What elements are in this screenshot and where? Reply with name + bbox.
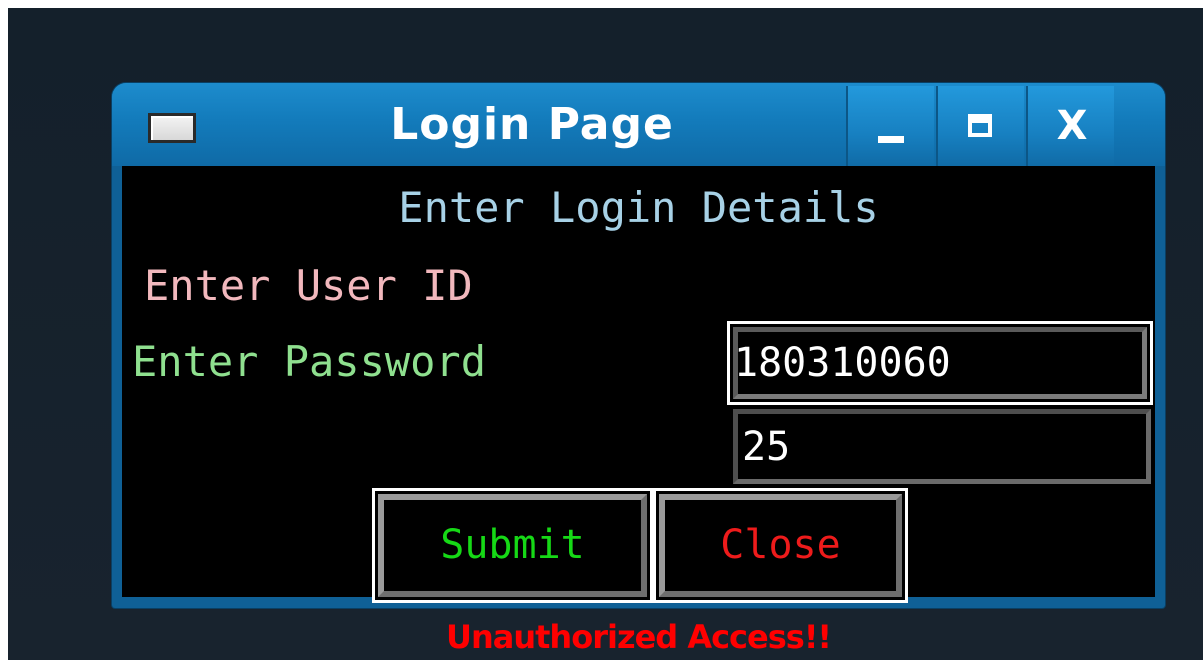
status-message: Unauthorized Access!! xyxy=(445,618,832,656)
window-titlebar[interactable]: Login Page X xyxy=(112,83,1165,166)
close-button[interactable]: Close xyxy=(653,488,908,603)
password-field-frame xyxy=(733,409,1151,484)
window-close-button[interactable]: X xyxy=(1026,86,1114,166)
login-window: Login Page X Enter Login Details Enter U… xyxy=(112,83,1165,656)
close-icon: X xyxy=(1056,103,1088,149)
user-id-input[interactable] xyxy=(730,324,1150,402)
password-input[interactable] xyxy=(738,414,1146,479)
user-id-label: Enter User ID xyxy=(144,261,473,310)
button-row: Submit Close xyxy=(372,488,908,603)
maximize-icon xyxy=(968,114,992,137)
submit-button-label: Submit xyxy=(440,522,585,568)
submit-button[interactable]: Submit xyxy=(372,488,653,603)
close-button-label: Close xyxy=(720,522,841,568)
password-label: Enter Password xyxy=(132,337,487,386)
window-title: Login Page xyxy=(390,99,674,150)
user-id-field-frame xyxy=(727,321,1153,405)
minimize-button[interactable] xyxy=(846,86,934,166)
maximize-button[interactable] xyxy=(936,86,1024,166)
window-menu-icon[interactable] xyxy=(148,113,196,143)
minimize-icon xyxy=(878,136,904,143)
desktop-background: Login Page X Enter Login Details Enter U… xyxy=(8,8,1203,660)
login-form: Enter Login Details Enter User ID Enter … xyxy=(122,166,1155,656)
form-heading: Enter Login Details xyxy=(398,183,879,232)
